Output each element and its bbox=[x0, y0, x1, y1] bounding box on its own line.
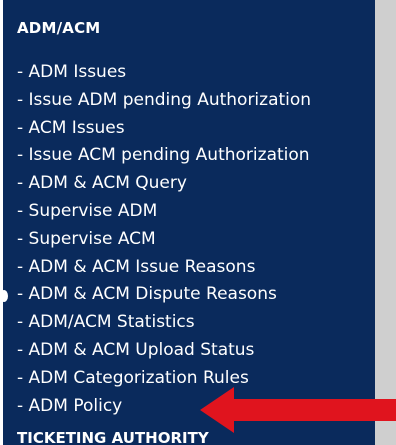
menu-item-supervise-adm[interactable]: - Supervise ADM bbox=[17, 199, 311, 227]
menu-item-adm-acm-query[interactable]: - ADM & ACM Query bbox=[17, 171, 311, 199]
menu-item-issue-reasons[interactable]: - ADM & ACM Issue Reasons bbox=[17, 255, 311, 283]
red-arrow-shape bbox=[200, 387, 396, 433]
side-bullet-marker bbox=[0, 290, 8, 302]
menu-item-upload-status[interactable]: - ADM & ACM Upload Status bbox=[17, 338, 311, 366]
section-title-adm-acm: ADM/ACM bbox=[17, 19, 101, 37]
menu-item-adm-issues[interactable]: - ADM Issues bbox=[17, 60, 311, 88]
section-title-ticketing-authority[interactable]: TICKETING AUTHORITY bbox=[17, 429, 209, 445]
menu-item-statistics[interactable]: - ADM/ACM Statistics bbox=[17, 310, 311, 338]
adm-acm-menu-panel: ADM/ACM - ADM Issues - Issue ADM pending… bbox=[3, 0, 375, 445]
menu-item-supervise-acm[interactable]: - Supervise ACM bbox=[17, 227, 311, 255]
red-arrow-icon bbox=[200, 387, 396, 433]
scrollbar-track[interactable] bbox=[375, 0, 396, 445]
menu-item-issue-adm-pending-authorization[interactable]: - Issue ADM pending Authorization bbox=[17, 88, 311, 116]
menu-item-dispute-reasons[interactable]: - ADM & ACM Dispute Reasons bbox=[17, 282, 311, 310]
menu-item-issue-acm-pending-authorization[interactable]: - Issue ACM pending Authorization bbox=[17, 143, 311, 171]
menu-item-acm-issues[interactable]: - ACM Issues bbox=[17, 116, 311, 144]
menu-list: - ADM Issues - Issue ADM pending Authori… bbox=[17, 60, 311, 421]
